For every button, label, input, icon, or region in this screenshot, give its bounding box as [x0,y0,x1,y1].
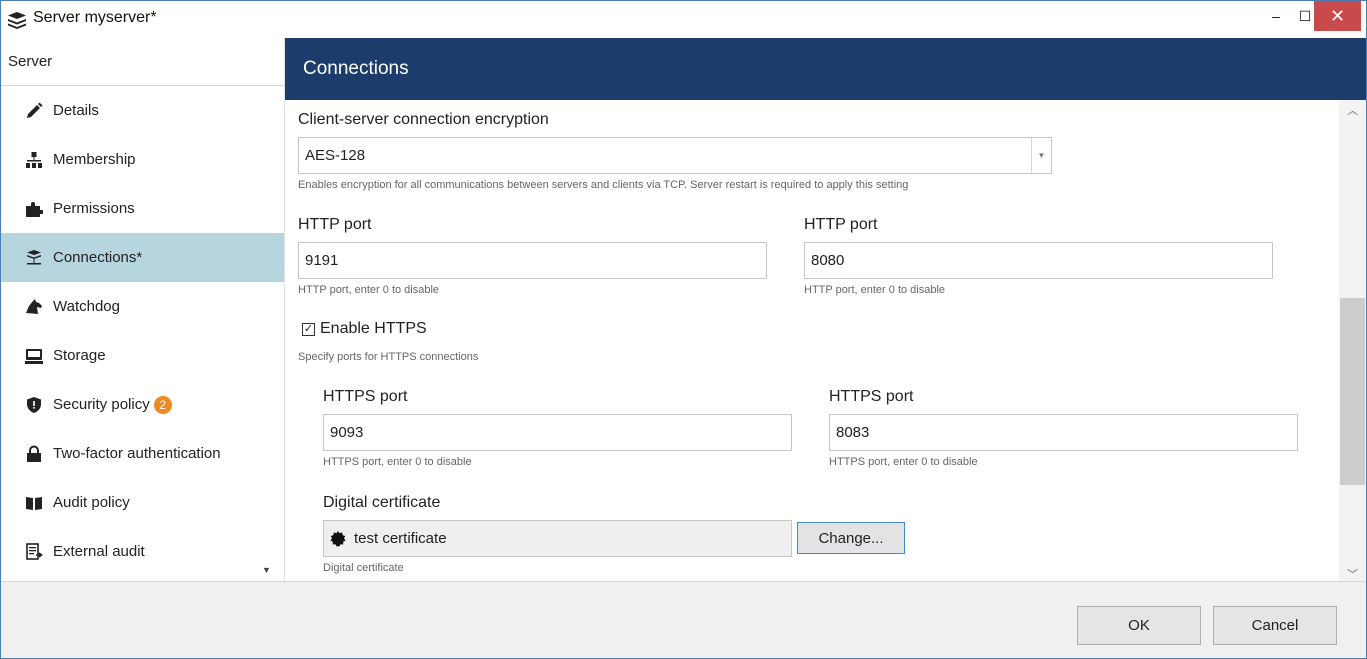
https-port-1-value: 9093 [330,424,364,441]
sidebar-item-watchdog[interactable]: Watchdog [1,282,284,331]
server-settings-window: Server myserver* – ☐ ✕ Server Details Me… [0,0,1367,659]
sidebar-item-membership[interactable]: Membership [1,135,284,184]
certificate-value: test certificate [354,530,447,547]
server-network-icon [25,249,43,267]
notification-badge: 2 [153,395,172,414]
sidebar-header: Server [1,38,285,86]
dog-icon [25,298,43,316]
http-port-2-value: 8080 [811,252,845,269]
hierarchy-icon [25,151,43,169]
certificate-seal-icon [330,530,346,547]
content-scrollbar[interactable]: ︿ ﹀ [1339,100,1366,581]
close-icon: ✕ [1329,5,1346,26]
sidebar-item-permissions[interactable]: Permissions [1,184,284,233]
export-doc-icon [25,542,43,561]
https-port-2-value: 8083 [836,424,870,441]
sidebar-item-label: Security policy [53,396,150,413]
sidebar-item-connections[interactable]: Connections* [1,233,284,282]
encryption-hint: Enables encryption for all communication… [298,179,909,191]
title-bar: Server myserver* – ☐ ✕ [1,1,1366,38]
shield-icon [25,396,43,414]
puzzle-icon [25,200,43,218]
sidebar-item-external-audit[interactable]: External audit [1,527,284,576]
https-port-2-input[interactable]: 8083 [829,414,1298,451]
https-port-2-hint: HTTPS port, enter 0 to disable [829,456,978,468]
minimize-icon: – [1272,8,1280,24]
enable-https-checkbox[interactable]: ✓ [302,323,315,336]
pencil-icon [25,102,43,120]
sidebar-item-label: Details [53,102,99,119]
http-port-2-label: HTTP port [804,216,878,233]
http-port-1-value: 9191 [305,252,339,269]
sidebar-item-label: Two-factor authentication [53,445,221,462]
certificate-hint: Digital certificate [323,562,404,574]
storage-icon [25,347,43,365]
https-port-1-label: HTTPS port [323,388,408,405]
http-port-2-hint: HTTP port, enter 0 to disable [804,284,946,296]
enable-https-label[interactable]: Enable HTTPS [320,320,427,338]
ok-button[interactable]: OK [1077,606,1201,645]
window-title: Server myserver* [33,9,157,26]
sidebar-item-label: External audit [53,543,145,560]
sidebar-item-audit-policy[interactable]: Audit policy [1,478,284,527]
certificate-field: test certificate [323,520,792,557]
http-port-1-hint: HTTP port, enter 0 to disable [298,284,440,296]
sidebar-item-label: Permissions [53,200,135,217]
sidebar: Server Details Membership Permissions Co… [1,38,285,581]
certificate-label: Digital certificate [323,494,441,511]
sidebar-item-label: Connections* [53,249,143,266]
sidebar-item-two-factor[interactable]: Two-factor authentication [1,429,284,478]
https-port-1-input[interactable]: 9093 [323,414,792,451]
sidebar-item-label: Storage [53,347,106,364]
sidebar-item-security-policy[interactable]: Security policy 2 [1,380,284,429]
cancel-button[interactable]: Cancel [1213,606,1337,645]
encryption-select[interactable]: AES-128 ▼ [298,137,1052,174]
https-port-1-hint: HTTPS port, enter 0 to disable [323,456,472,468]
sidebar-item-details[interactable]: Details [1,86,284,135]
chevron-down-icon[interactable]: ▼ [1031,138,1051,173]
lock-icon [25,445,43,463]
http-port-2-input[interactable]: 8080 [804,242,1273,279]
http-port-1-label: HTTP port [298,216,372,233]
sidebar-item-label: Watchdog [53,298,120,315]
sidebar-item-label: Membership [53,151,136,168]
scroll-up-icon[interactable]: ︿ [1347,102,1358,118]
connections-form: Client-server connection encryption AES-… [285,100,1339,581]
http-port-1-input[interactable]: 9191 [298,242,767,279]
scroll-thumb[interactable] [1340,298,1365,485]
maximize-icon: ☐ [1298,7,1312,24]
sidebar-item-storage[interactable]: Storage [1,331,284,380]
server-stack-icon [8,12,26,29]
https-port-2-label: HTTPS port [829,388,914,405]
scroll-down-icon[interactable]: ﹀ [1347,566,1358,582]
page-title: Connections [285,38,1366,100]
book-icon [25,494,43,512]
encryption-value: AES-128 [305,147,366,164]
change-certificate-button[interactable]: Change... [797,522,905,554]
close-button[interactable]: ✕ [1314,1,1361,31]
sidebar-item-label: Audit policy [53,494,130,511]
dialog-footer: OK Cancel [1,581,1366,658]
sidebar-scroll-down-icon[interactable]: ▼ [262,565,271,575]
https-hint: Specify ports for HTTPS connections [298,351,479,363]
encryption-label: Client-server connection encryption [298,111,549,128]
